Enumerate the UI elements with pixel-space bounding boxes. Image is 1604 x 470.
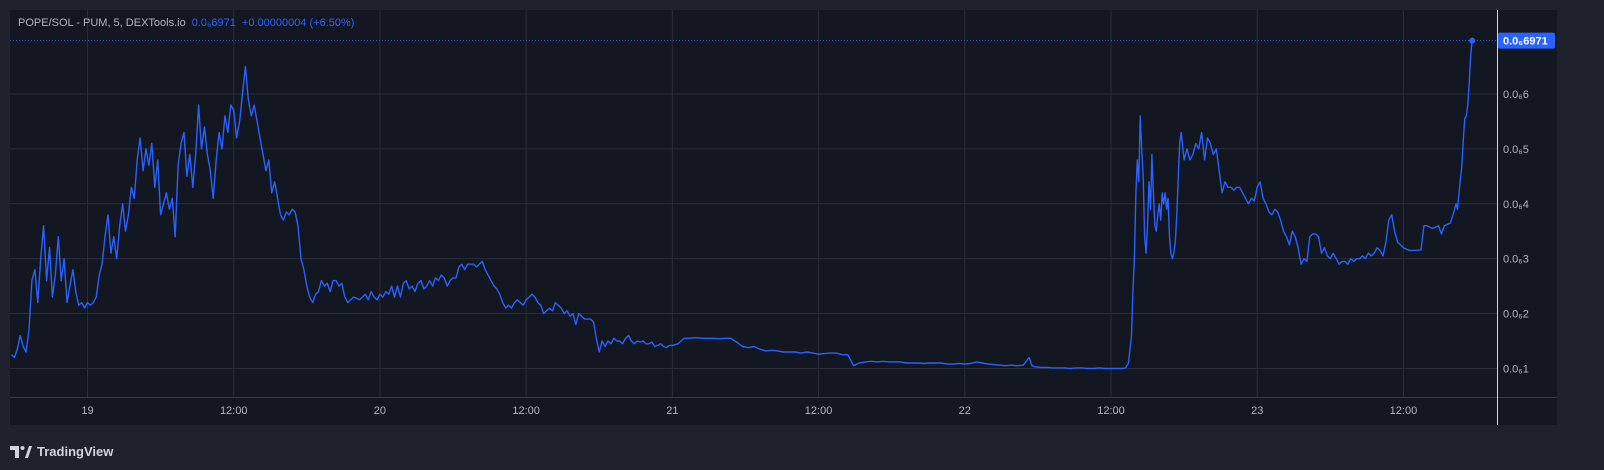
price-tick-label: 0.0₆5 bbox=[1503, 144, 1529, 156]
price-tick-label: 0.0₆1 bbox=[1503, 363, 1529, 375]
time-tick-label: 12:00 bbox=[220, 405, 248, 417]
time-tick-label: 12:00 bbox=[1097, 405, 1125, 417]
time-tick-label: 12:00 bbox=[805, 405, 833, 417]
time-tick-label: 12:00 bbox=[1390, 405, 1418, 417]
legend-last-price: 0.0₆6971 bbox=[191, 17, 236, 29]
last-price-label: 0.0₆6971 bbox=[1503, 36, 1548, 48]
time-tick-label: 21 bbox=[666, 405, 678, 417]
symbol-title: POPE/SOL - PUM, 5, DEXTools.io bbox=[18, 17, 186, 29]
last-price-dot bbox=[1469, 37, 1476, 44]
price-tick-label: 0.0₆4 bbox=[1503, 199, 1529, 211]
chart-frame: 19 12:00 20 12:00 21 12:00 22 12:00 23 12:00 0.0₆… bbox=[0, 0, 1604, 470]
price-tick-label: 0.0₆6 bbox=[1503, 89, 1529, 101]
tradingview-logo[interactable]: TradingView bbox=[10, 444, 113, 459]
time-tick-label: 20 bbox=[374, 405, 386, 417]
price-tick-label: 0.0₆3 bbox=[1503, 254, 1529, 266]
time-tick-label: 12:00 bbox=[512, 405, 540, 417]
time-tick-label: 22 bbox=[959, 405, 971, 417]
price-chart[interactable]: 19 12:00 20 12:00 21 12:00 22 12:00 23 12:00 0.0₆… bbox=[0, 0, 1604, 470]
time-tick-label: 23 bbox=[1251, 405, 1263, 417]
tradingview-label: TradingView bbox=[37, 444, 114, 459]
legend-change: +0.00000004 (+6.50%) bbox=[241, 17, 355, 29]
plot-background bbox=[10, 10, 1557, 425]
price-tick-label: 0.0₆2 bbox=[1503, 309, 1529, 321]
chart-legend: POPE/SOL - PUM, 5, DEXTools.io 0.0₆6971 … bbox=[18, 17, 354, 29]
time-tick-label: 19 bbox=[81, 405, 93, 417]
tradingview-icon bbox=[10, 445, 32, 458]
